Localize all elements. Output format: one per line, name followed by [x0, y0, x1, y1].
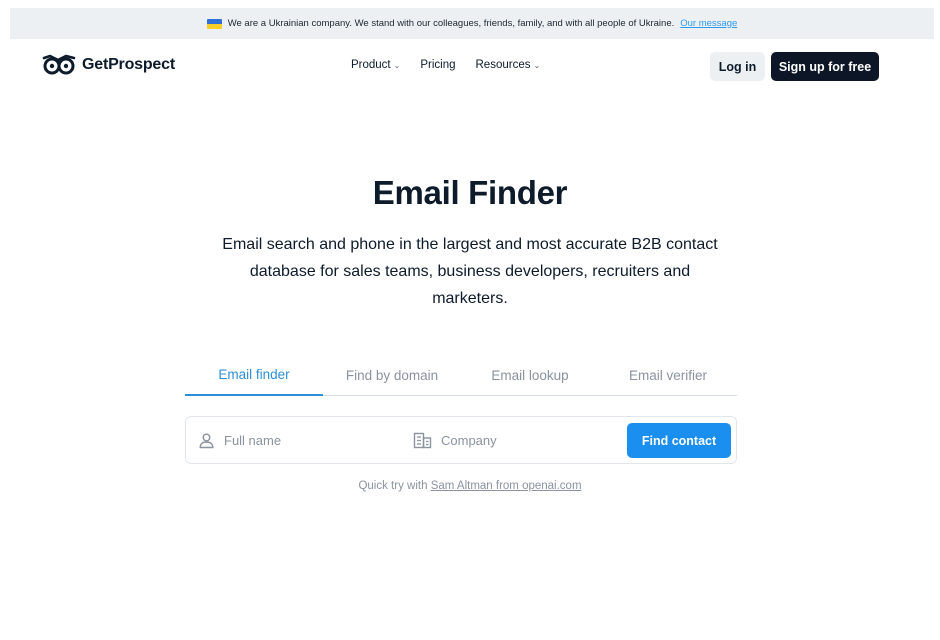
- brand-name: GetProspect: [82, 56, 175, 73]
- company-field-wrapper: [413, 417, 601, 463]
- signup-button[interactable]: Sign up for free: [771, 52, 879, 81]
- announcement-banner: We are a Ukrainian company. We stand wit…: [10, 8, 934, 39]
- tab-email-verifier[interactable]: Email verifier: [599, 355, 737, 396]
- fullname-field-wrapper: [198, 417, 384, 463]
- nav-item-label: Pricing: [420, 59, 456, 71]
- search-form: Find contact: [185, 416, 737, 464]
- building-icon: [413, 432, 432, 448]
- company-input[interactable]: [441, 432, 601, 448]
- login-button[interactable]: Log in: [710, 52, 765, 81]
- chevron-down-icon: ⌄: [393, 60, 401, 70]
- find-contact-button[interactable]: Find contact: [627, 423, 731, 458]
- site-header: GetProspect Product ⌄ Pricing Resources …: [0, 40, 940, 94]
- fullname-input[interactable]: [224, 432, 384, 448]
- ukraine-flag-icon: [206, 18, 222, 29]
- main-nav: Product ⌄ Pricing Resources ⌄: [351, 59, 540, 71]
- nav-item-label: Product: [351, 59, 391, 71]
- tab-find-by-domain[interactable]: Find by domain: [323, 355, 461, 396]
- user-icon: [199, 433, 214, 448]
- page-title: Email Finder: [372, 174, 568, 211]
- nav-item-label: Resources: [475, 59, 531, 71]
- tab-email-finder[interactable]: Email finder: [185, 355, 323, 396]
- nav-item-pricing[interactable]: Pricing: [420, 59, 455, 71]
- page-subtitle: Email search and phone in the largest an…: [222, 236, 718, 307]
- nav-item-resources[interactable]: Resources ⌄: [476, 59, 541, 71]
- tab-email-lookup[interactable]: Email lookup: [461, 355, 599, 396]
- logo[interactable]: GetProspect: [42, 54, 175, 76]
- chevron-down-icon: ⌄: [533, 60, 541, 70]
- owl-logo-icon: [42, 54, 76, 75]
- finder-tabs: Email finder Find by domain Email lookup…: [185, 355, 737, 396]
- nav-item-product[interactable]: Product ⌄: [351, 59, 400, 71]
- quick-try: Quick try with Sam Altman from openai.co…: [0, 480, 940, 492]
- quick-try-link[interactable]: Sam Altman from openai.com: [431, 480, 582, 492]
- quick-try-prefix: Quick try with: [358, 480, 428, 492]
- banner-text: We are a Ukrainian company. We stand wit…: [227, 18, 675, 29]
- banner-link[interactable]: Our message: [680, 18, 737, 29]
